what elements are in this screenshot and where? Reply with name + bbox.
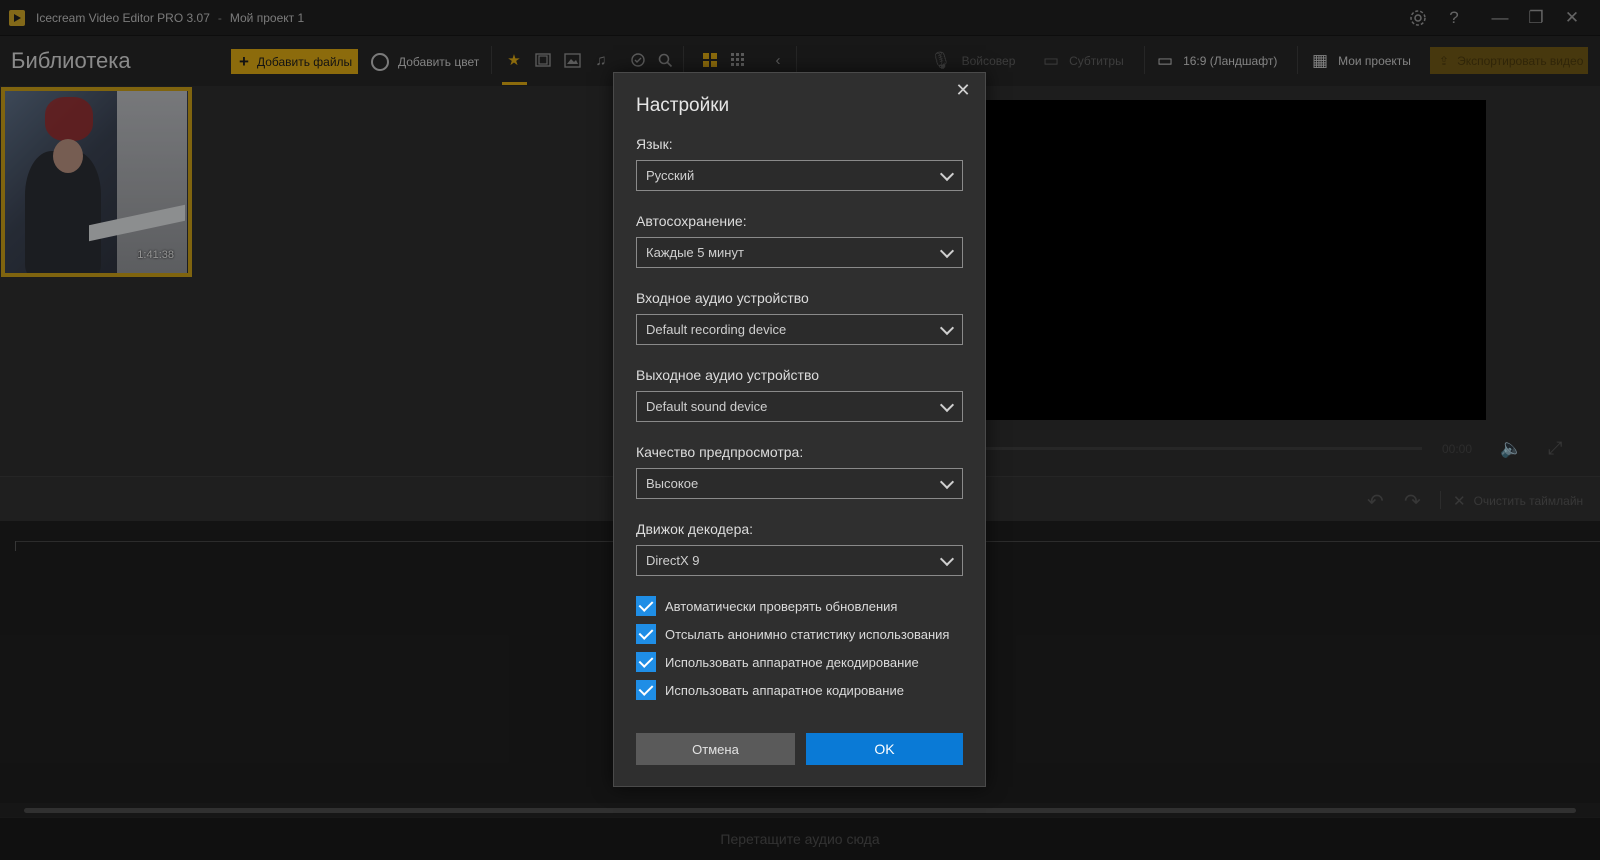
- chevron-down-icon: [939, 166, 955, 182]
- ok-button[interactable]: OK: [806, 733, 963, 765]
- hw-decoding-checkbox-row[interactable]: Использовать аппаратное декодирование: [636, 652, 919, 672]
- hw-decoding-checkbox[interactable]: [636, 652, 656, 672]
- input-audio-select[interactable]: Default recording device: [636, 314, 963, 345]
- language-value: Русский: [646, 168, 695, 183]
- close-dialog-button[interactable]: ✕: [951, 78, 975, 102]
- chevron-down-icon: [939, 397, 955, 413]
- hw-encoding-label: Использовать аппаратное кодирование: [665, 682, 904, 698]
- hw-encoding-checkbox-row[interactable]: Использовать аппаратное кодирование: [636, 680, 904, 700]
- language-label: Язык:: [636, 136, 673, 152]
- dialog-title: Настройки: [636, 95, 730, 116]
- preview-quality-select[interactable]: Высокое: [636, 468, 963, 499]
- chevron-down-icon: [939, 243, 955, 259]
- autosave-select[interactable]: Каждые 5 минут: [636, 237, 963, 268]
- cancel-button[interactable]: Отмена: [636, 733, 795, 765]
- preview-quality-label: Качество предпросмотра:: [636, 444, 804, 460]
- language-select[interactable]: Русский: [636, 160, 963, 191]
- settings-dialog: ✕ Настройки Язык: Русский Автосохранение…: [613, 72, 986, 787]
- auto-update-checkbox[interactable]: [636, 596, 656, 616]
- anonymous-stats-label: Отсылать анонимно статистику использован…: [665, 626, 950, 642]
- autosave-value: Каждые 5 минут: [646, 245, 744, 260]
- input-audio-value: Default recording device: [646, 322, 787, 337]
- anonymous-stats-checkbox-row[interactable]: Отсылать анонимно статистику использован…: [636, 624, 949, 644]
- output-audio-select[interactable]: Default sound device: [636, 391, 963, 422]
- chevron-down-icon: [939, 320, 955, 336]
- output-audio-value: Default sound device: [646, 399, 768, 414]
- hw-encoding-checkbox[interactable]: [636, 680, 656, 700]
- decoder-engine-select[interactable]: DirectX 9: [636, 545, 963, 576]
- anonymous-stats-checkbox[interactable]: [636, 624, 656, 644]
- auto-update-label: Автоматически проверять обновления: [665, 598, 898, 614]
- decoder-engine-value: DirectX 9: [646, 553, 700, 568]
- auto-update-checkbox-row[interactable]: Автоматически проверять обновления: [636, 596, 897, 616]
- input-audio-label: Входное аудио устройство: [636, 290, 809, 306]
- chevron-down-icon: [939, 474, 955, 490]
- output-audio-label: Выходное аудио устройство: [636, 367, 820, 383]
- decoder-engine-label: Движок декодера:: [636, 521, 754, 537]
- preview-quality-value: Высокое: [646, 476, 699, 491]
- chevron-down-icon: [939, 551, 955, 567]
- autosave-label: Автосохранение:: [636, 213, 747, 229]
- hw-decoding-label: Использовать аппаратное декодирование: [665, 654, 919, 670]
- app-window: Icecream Video Editor PRO 3.07 - Мой про…: [0, 0, 1600, 860]
